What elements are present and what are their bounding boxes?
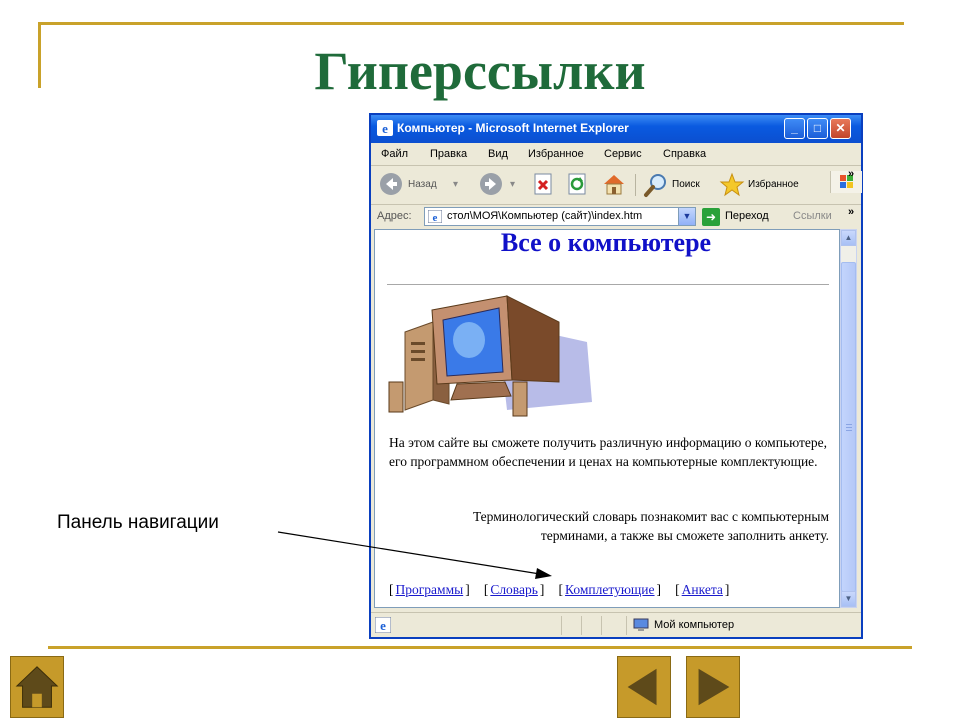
next-slide-button[interactable] bbox=[686, 656, 740, 718]
navigation-panel-label: Панель навигации bbox=[57, 512, 219, 533]
stop-button[interactable] bbox=[533, 172, 557, 198]
previous-slide-button[interactable] bbox=[617, 656, 671, 718]
refresh-button[interactable] bbox=[567, 172, 591, 198]
link-survey[interactable]: Анкета bbox=[682, 582, 723, 597]
links-button[interactable]: Ссылки bbox=[793, 210, 832, 222]
home-button[interactable] bbox=[10, 656, 64, 718]
navigation-panel: [Программы] [Словарь] [Комплетующие] [Ан… bbox=[389, 582, 730, 597]
go-arrow-icon: ➜ bbox=[702, 208, 720, 226]
forward-button[interactable]: ▾ bbox=[479, 172, 519, 198]
link-components[interactable]: Комплетующие bbox=[565, 582, 655, 597]
menu-file[interactable]: Файл bbox=[381, 148, 408, 160]
stop-icon bbox=[534, 173, 552, 195]
link-dictionary[interactable]: Словарь bbox=[490, 582, 538, 597]
svg-text:e: e bbox=[433, 212, 438, 223]
search-label: Поиск bbox=[672, 179, 700, 190]
dictionary-paragraph: Терминологический словарь познакомит вас… bbox=[472, 509, 829, 543]
menu-edit[interactable]: Правка bbox=[430, 148, 467, 160]
refresh-icon bbox=[568, 173, 586, 195]
address-dropdown-icon[interactable]: ▼ bbox=[678, 208, 695, 225]
favorites-button[interactable]: Избранное bbox=[719, 172, 814, 198]
address-value: стол\МОЯ\Компьютер (сайт)\index.htm bbox=[447, 210, 643, 222]
svg-text:e: e bbox=[382, 121, 388, 136]
minimize-button[interactable]: _ bbox=[784, 118, 805, 139]
window-title: Компьютер - Microsoft Internet Explorer bbox=[397, 121, 629, 135]
horizontal-rule bbox=[387, 284, 829, 285]
page-heading: Все о компьютере bbox=[500, 229, 712, 257]
home-icon bbox=[15, 666, 59, 708]
menu-favorites[interactable]: Избранное bbox=[528, 148, 584, 160]
svg-text:e: e bbox=[380, 618, 386, 633]
menu-view[interactable]: Вид bbox=[488, 148, 508, 160]
top-rule bbox=[40, 22, 904, 25]
forward-dropdown-icon[interactable]: ▾ bbox=[510, 179, 515, 190]
forward-arrow-icon bbox=[480, 173, 502, 195]
ie-icon: e bbox=[377, 120, 393, 136]
triangle-right-icon bbox=[698, 668, 730, 706]
links-chevron-icon[interactable]: » bbox=[848, 206, 854, 218]
back-arrow-icon bbox=[380, 173, 402, 195]
status-bar: e Мой компьютер bbox=[371, 612, 861, 638]
page-viewport: Все о компьютере На этом сайте вы сможет… bbox=[374, 229, 840, 608]
toolbar-chevron-icon[interactable]: » bbox=[848, 168, 854, 180]
home-page-button[interactable] bbox=[601, 172, 629, 198]
search-icon bbox=[644, 174, 666, 197]
title-bar[interactable]: e Компьютер - Microsoft Internet Explore… bbox=[371, 115, 861, 143]
address-input[interactable]: e стол\МОЯ\Компьютер (сайт)\index.htm ▼ bbox=[424, 207, 696, 226]
page-icon: e bbox=[428, 210, 442, 223]
back-label: Назад bbox=[408, 179, 437, 190]
page-status-icon: e bbox=[375, 617, 391, 633]
security-zone-label: Мой компьютер bbox=[654, 619, 735, 631]
toolbar-separator bbox=[635, 174, 636, 196]
computer-illustration bbox=[388, 295, 592, 417]
vertical-scrollbar[interactable]: ▲ ▼ bbox=[840, 229, 857, 608]
back-dropdown-icon[interactable]: ▾ bbox=[453, 179, 458, 190]
toolbar: Назад ▾ ▾ Поиск Избранное » bbox=[371, 166, 861, 205]
address-label: Адрес: bbox=[377, 210, 412, 222]
favorites-label: Избранное bbox=[748, 179, 799, 190]
scroll-down-icon[interactable]: ▼ bbox=[841, 591, 856, 607]
link-programs[interactable]: Программы bbox=[396, 582, 464, 597]
menu-bar: Файл Правка Вид Избранное Сервис Справка bbox=[371, 143, 862, 193]
go-label: Переход bbox=[725, 210, 769, 222]
star-icon bbox=[719, 172, 745, 197]
my-computer-icon bbox=[633, 618, 649, 631]
menu-tools[interactable]: Сервис bbox=[604, 148, 642, 160]
menu-help[interactable]: Справка bbox=[663, 148, 706, 160]
scroll-up-icon[interactable]: ▲ bbox=[841, 230, 856, 246]
close-button[interactable]: ✕ bbox=[830, 118, 851, 139]
home-icon bbox=[604, 175, 624, 195]
intro-paragraph: На этом сайте вы сможете получить различ… bbox=[389, 435, 828, 469]
slide-title: Гиперссылки bbox=[314, 41, 646, 101]
triangle-left-icon bbox=[627, 668, 657, 706]
bottom-rule bbox=[48, 646, 912, 649]
scroll-thumb[interactable] bbox=[841, 262, 856, 592]
back-button[interactable]: Назад ▾ bbox=[379, 172, 459, 198]
address-bar: Адрес: e стол\МОЯ\Компьютер (сайт)\index… bbox=[371, 205, 861, 229]
browser-window: e Компьютер - Microsoft Internet Explore… bbox=[369, 113, 863, 639]
maximize-button[interactable]: □ bbox=[807, 118, 828, 139]
search-button[interactable]: Поиск bbox=[643, 172, 713, 198]
